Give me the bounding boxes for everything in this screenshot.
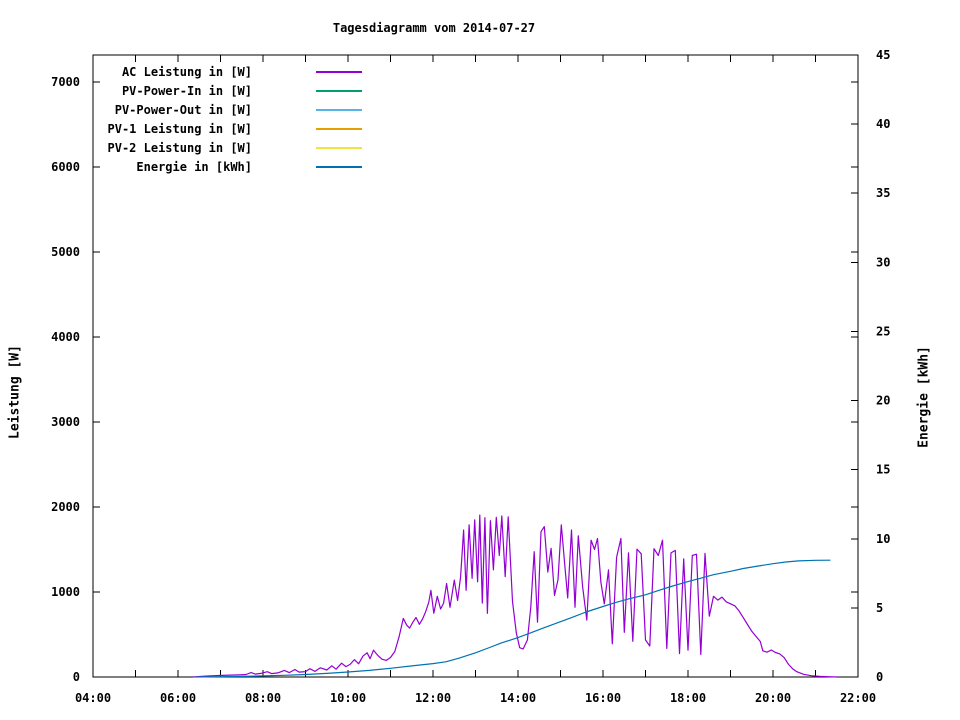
legend-label: PV-Power-In in [W] [121, 84, 252, 98]
legend-label: PV-1 Leistung in [W] [107, 122, 253, 136]
y-right-tick-label: 0 [876, 670, 883, 684]
x-axis-tick-label: 10:00 [330, 691, 366, 705]
y-left-tick-label: 4000 [51, 330, 80, 344]
y-right-tick-label: 10 [876, 532, 890, 546]
legend-item-ac-leistung: AC Leistung in [W] [60, 63, 366, 81]
legend-item-pv-power-out: PV-Power-Out in [W] [60, 101, 366, 119]
x-axis-tick-label: 08:00 [245, 691, 281, 705]
y-left-tick-label: 0 [73, 670, 80, 684]
x-axis-tick-label: 20:00 [755, 691, 791, 705]
series-line-ac-leistung-in-w [192, 514, 837, 678]
x-axis-tick-label: 18:00 [670, 691, 706, 705]
x-axis-tick-label: 14:00 [500, 691, 536, 705]
legend-line-swatch [316, 128, 362, 130]
y-right-tick-label: 35 [876, 186, 890, 200]
y-right-tick-label: 40 [876, 117, 890, 131]
y-left-tick-label: 3000 [51, 415, 80, 429]
x-axis-tick-label: 12:00 [415, 691, 451, 705]
legend-label: Energie in [kWh] [136, 160, 252, 174]
y-right-tick-label: 25 [876, 324, 890, 338]
y-right-tick-label: 5 [876, 601, 883, 615]
chart-page: Tagesdiagramm vom 2014-07-27 Leistung [W… [0, 0, 960, 720]
x-axis-tick-label: 22:00 [840, 691, 876, 705]
legend-label: PV-2 Leistung in [W] [107, 141, 253, 155]
y-right-tick-label: 45 [876, 48, 890, 62]
legend-label: AC Leistung in [W] [121, 65, 252, 79]
y-left-tick-label: 1000 [51, 585, 80, 599]
legend-item-pv-power-in: PV-Power-In in [W] [60, 82, 366, 100]
legend-item-pv2-leistung: PV-2 Leistung in [W] [60, 139, 366, 157]
y-right-tick-label: 15 [876, 463, 890, 477]
y-left-tick-label: 5000 [51, 245, 80, 259]
y-left-tick-label: 2000 [51, 500, 80, 514]
legend-line-swatch [316, 90, 362, 92]
legend-line-swatch [316, 166, 362, 168]
x-axis-tick-label: 16:00 [585, 691, 621, 705]
series-line-energie-in-kwh [194, 559, 831, 678]
x-axis-tick-label: 06:00 [160, 691, 196, 705]
legend-line-swatch [316, 147, 362, 149]
legend-item-pv1-leistung: PV-1 Leistung in [W] [60, 120, 366, 138]
legend-line-swatch [316, 109, 362, 111]
legend-item-energie: Energie in [kWh] [60, 158, 366, 176]
x-axis-tick-label: 04:00 [75, 691, 111, 705]
y-right-tick-label: 20 [876, 394, 890, 408]
legend-label: PV-Power-Out in [W] [114, 103, 252, 117]
y-right-tick-label: 30 [876, 255, 890, 269]
legend-line-swatch [316, 71, 362, 73]
